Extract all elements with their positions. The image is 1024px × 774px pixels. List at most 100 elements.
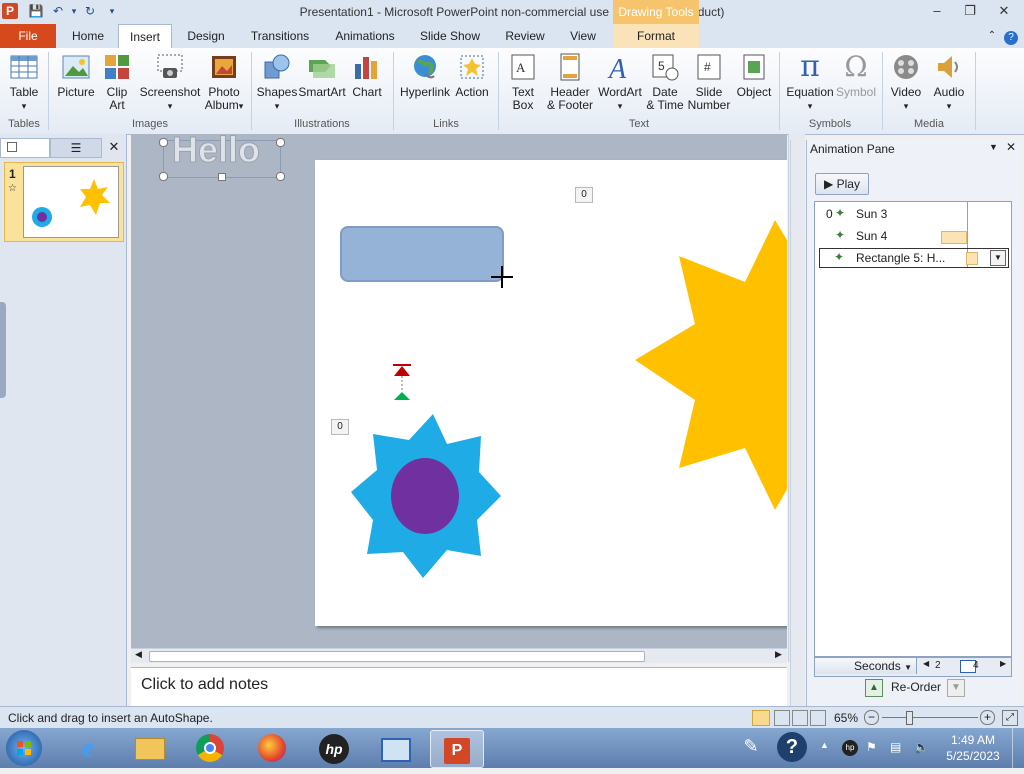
help-support-icon[interactable]: ? — [777, 732, 807, 762]
zoom-slider-thumb[interactable] — [906, 711, 913, 725]
smartart-button[interactable]: SmartArt — [298, 52, 346, 99]
header-footer-button[interactable]: Header & Footer — [544, 52, 596, 112]
chrome-icon[interactable] — [184, 730, 236, 766]
animation-item-selected[interactable]: ✦ Rectangle 5: H... ▼ — [819, 248, 1009, 268]
chart-button[interactable]: Chart — [348, 52, 386, 99]
show-desktop-button[interactable] — [1012, 728, 1024, 768]
firefox-icon[interactable] — [246, 730, 298, 766]
table-button[interactable]: Table ▾ — [4, 52, 44, 113]
tab-animations[interactable]: Animations — [330, 24, 400, 48]
hp-tray-icon[interactable]: hp — [842, 740, 858, 756]
resize-handle[interactable] — [159, 172, 168, 181]
hp-icon[interactable]: hp — [308, 730, 360, 766]
action-center-icon[interactable]: ⚑ — [866, 740, 882, 756]
close-button[interactable]: ✕ — [992, 2, 1016, 20]
tab-outline[interactable]: ☰ — [50, 138, 102, 158]
wordart-button[interactable]: A WordArt ▾ — [596, 52, 644, 113]
tab-review[interactable]: Review — [500, 24, 550, 48]
play-button[interactable]: ▶ Play — [815, 173, 869, 195]
tab-file[interactable]: File — [0, 24, 56, 48]
motion-path-marker[interactable] — [391, 362, 413, 402]
notes-pane[interactable]: Click to add notes — [131, 667, 787, 706]
timing-bar[interactable] — [966, 252, 978, 265]
tab-transitions[interactable]: Transitions — [246, 24, 314, 48]
clip-art-button[interactable]: Clip Art — [100, 52, 134, 112]
system-clock[interactable]: 1:49 AM 5/25/2023 — [940, 732, 1006, 764]
text-box-button[interactable]: A Text Box — [502, 52, 544, 112]
symbol-button[interactable]: Ω Symbol — [836, 52, 876, 99]
powerpoint-taskbar-icon[interactable]: P — [430, 730, 484, 768]
scroll-left-icon[interactable]: ◀ — [135, 649, 142, 660]
screenshot-button[interactable]: Screenshot ▾ — [138, 52, 202, 113]
item-dropdown-icon[interactable]: ▼ — [990, 250, 1006, 266]
tab-slide-show[interactable]: Slide Show — [416, 24, 484, 48]
tab-format[interactable]: Format — [613, 24, 699, 48]
tab-slides[interactable] — [0, 138, 50, 158]
date-time-button[interactable]: 5 Date & Time — [644, 52, 686, 112]
zoom-in-icon[interactable]: + — [980, 710, 995, 725]
video-button[interactable]: Video ▾ — [886, 52, 926, 113]
fit-slide-icon[interactable]: ⤢ — [1002, 710, 1018, 726]
move-up-icon[interactable]: ▲ — [865, 679, 883, 697]
tab-home[interactable]: Home — [66, 24, 110, 48]
pane-scrollbar[interactable] — [790, 140, 805, 706]
wordart-hello[interactable]: Hello — [171, 134, 260, 171]
photo-album-button[interactable]: Photo Album▾ — [202, 52, 246, 113]
pane-splitter-handle[interactable] — [0, 302, 6, 398]
zoom-slider[interactable] — [882, 717, 978, 718]
help-icon[interactable]: ? — [1002, 24, 1020, 48]
slide-show-icon[interactable] — [810, 710, 826, 726]
action-button[interactable]: Action — [452, 52, 492, 99]
scroll-right-icon[interactable]: ▶ — [775, 649, 782, 660]
slide-sorter-icon[interactable] — [774, 710, 790, 726]
zoom-out-icon[interactable]: − — [864, 710, 879, 725]
resize-handle[interactable] — [218, 173, 226, 181]
horizontal-scroll-thumb[interactable] — [149, 651, 645, 662]
pen-tablet-icon[interactable]: ✎ — [736, 736, 766, 760]
object-button[interactable]: Object — [734, 52, 774, 99]
resize-handle[interactable] — [276, 138, 285, 147]
normal-view-icon[interactable] — [752, 710, 770, 726]
shapes-button[interactable]: Shapes ▾ — [256, 52, 298, 113]
rounded-rectangle[interactable] — [340, 226, 504, 282]
audio-button[interactable]: Audio ▾ — [928, 52, 970, 113]
start-button[interactable] — [6, 730, 42, 766]
close-pane-icon[interactable]: ✕ — [106, 139, 122, 155]
photo-album-icon — [212, 56, 236, 78]
slide-number-button[interactable]: # Slide Number — [686, 52, 732, 112]
animation-item[interactable]: 0 ✦ Sun 3 — [815, 204, 1011, 224]
animation-item[interactable]: ✦ Sun 4 — [815, 226, 1011, 246]
show-hidden-icons[interactable]: ▲ — [820, 740, 829, 750]
tab-design[interactable]: Design — [180, 24, 232, 48]
notes-placeholder[interactable]: Click to add notes — [141, 676, 268, 694]
sun-shape-large[interactable] — [635, 220, 787, 510]
network-icon[interactable]: ▤ — [890, 740, 906, 756]
slide-thumbnail-selected[interactable]: 1 ☆ — [4, 162, 124, 242]
file-explorer-icon[interactable] — [124, 730, 176, 766]
reading-view-icon[interactable] — [792, 710, 808, 726]
minimize-button[interactable]: – — [925, 2, 949, 20]
remote-desktop-icon[interactable] — [370, 730, 422, 766]
zoom-level[interactable]: 65% — [834, 711, 858, 725]
tab-insert[interactable]: Insert — [118, 24, 172, 49]
equation-button[interactable]: π Equation ▾ — [784, 52, 836, 113]
tab-view[interactable]: View — [562, 24, 604, 48]
volume-icon[interactable]: 🔈 — [914, 740, 930, 756]
close-pane-icon[interactable]: ✕ — [1006, 140, 1016, 154]
timeline-left-icon[interactable]: ◀ — [923, 659, 929, 668]
move-down-icon[interactable]: ▼ — [947, 679, 965, 697]
minimize-ribbon-icon[interactable]: ⌃ — [984, 24, 1000, 48]
resize-handle[interactable] — [276, 172, 285, 181]
picture-button[interactable]: Picture — [54, 52, 98, 99]
horizontal-scrollbar[interactable]: ◀ ▶ — [131, 648, 787, 663]
sun-shape-small[interactable] — [351, 414, 501, 578]
timeline-right-icon[interactable]: ▶ — [1000, 659, 1006, 668]
internet-explorer-icon[interactable]: e — [62, 730, 114, 766]
hyperlink-button[interactable]: Hyperlink — [398, 52, 452, 99]
timing-bar[interactable] — [941, 231, 967, 244]
restore-button[interactable]: ❐ — [958, 2, 982, 20]
resize-handle[interactable] — [159, 138, 168, 147]
pane-options-icon[interactable]: ▼ — [989, 142, 998, 152]
slide-canvas[interactable]: 0 0 — [315, 160, 787, 626]
seconds-dropdown[interactable]: Seconds ▼ — [815, 658, 917, 674]
